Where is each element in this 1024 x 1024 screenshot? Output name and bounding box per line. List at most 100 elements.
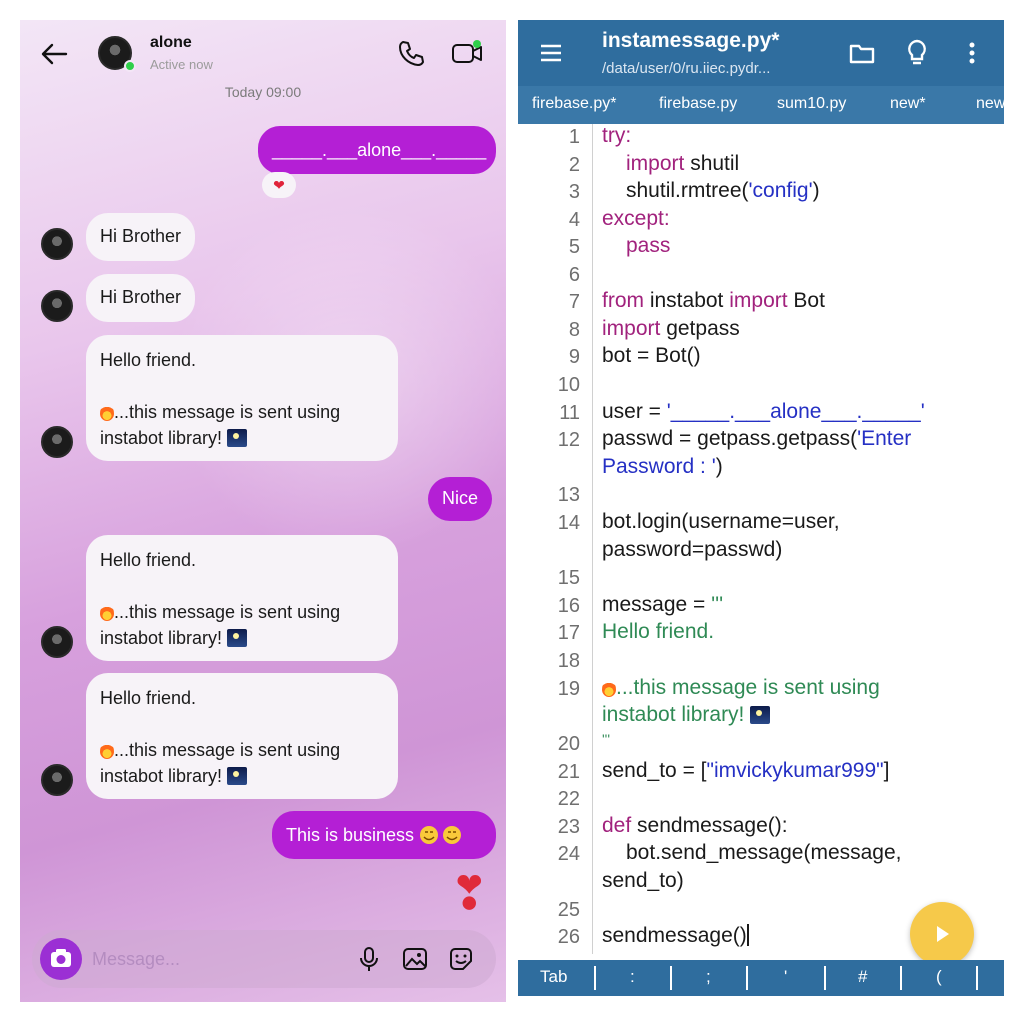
code-line[interactable]: send_to = ["imvickykumar999"] [602,759,889,783]
line-number: 2 [568,154,580,176]
code-line[interactable]: user = '_____.___alone___._____' [602,400,925,424]
sticker-button[interactable] [446,944,476,974]
line-number: 9 [568,346,580,368]
key-tab[interactable]: Tab [540,967,567,987]
sender-avatar[interactable] [41,228,73,260]
message-bubble-incoming[interactable]: Hi Brother [86,274,196,322]
key-semicolon[interactable]: ; [706,967,711,987]
code-line[interactable]: import shutil [626,152,739,176]
code-line[interactable]: except: [602,207,670,231]
code-token: "imvickykumar999" [706,759,884,782]
tab-sum10[interactable]: sum10.py [777,95,846,113]
message-text: Hello friend. [100,350,197,370]
key-colon[interactable]: : [630,967,635,987]
sender-avatar[interactable] [41,426,73,458]
tab-new-modified[interactable]: new* [890,95,926,113]
hints-button[interactable] [904,38,930,68]
gutter-divider [592,124,593,954]
key-quote[interactable]: ' [784,967,787,987]
camera-button[interactable] [40,938,82,980]
tab-firebase[interactable]: firebase.py [659,95,737,113]
line-number: 12 [557,429,580,451]
message-text: ...this message is sent using [114,740,341,760]
night-sky-icon [227,629,248,647]
message-bubble-outgoing[interactable]: _____.___alone___._____ [258,126,496,174]
voice-call-button[interactable] [396,38,426,68]
contact-name[interactable]: alone [150,34,192,52]
tab-new[interactable]: new [976,95,1004,113]
run-button[interactable] [910,902,974,966]
voice-message-button[interactable] [354,944,384,974]
key-open-paren[interactable]: ( [936,967,942,987]
play-icon [937,926,949,942]
code-line[interactable]: bot.send_message(message, [626,841,902,865]
line-number: 4 [568,209,580,231]
code-token: getpass [660,317,740,340]
message-bubble-incoming[interactable]: Hello friend. ...this message is sent us… [86,673,398,799]
code-token: '_____.___alone___._____' [666,400,925,423]
heart-emoji: ❣ [450,867,489,919]
code-line[interactable]: message = ''' [602,593,723,617]
code-token: shutil.rmtree( [626,179,749,202]
message-text: Hello friend. [100,550,197,570]
message-bubble-outgoing[interactable]: Nice [428,477,493,521]
code-token: send_to = [ [602,759,707,782]
code-line[interactable]: instabot library! [602,703,771,727]
contact-status: Active now [150,57,213,72]
code-line[interactable]: send_to) [602,869,684,893]
phone-icon [399,41,424,66]
line-number: 22 [557,788,580,810]
line-number: 24 [557,843,580,865]
code-line[interactable]: import getpass [602,317,740,341]
video-call-button[interactable] [450,38,484,68]
code-token: import [626,152,685,175]
message-bubble-incoming[interactable]: Hello friend. ...this message is sent us… [86,535,398,661]
code-line[interactable]: def sendmessage(): [602,814,788,838]
gallery-button[interactable] [400,944,430,974]
code-line[interactable]: bot = Bot() [602,344,701,368]
code-line[interactable]: ...this message is sent using [602,676,880,700]
chat-header: alone Active now [20,20,506,86]
code-token: 'config' [748,179,813,202]
code-token: try: [602,124,632,147]
key-hash[interactable]: # [858,967,867,987]
code-token: Bot [787,289,825,312]
message-text: Nice [442,488,479,508]
lightbulb-icon [908,39,926,65]
message-input[interactable] [92,944,342,974]
heart-reaction[interactable]: ❤ [262,172,296,198]
key-separator [670,966,672,990]
code-line[interactable]: sendmessage() [602,924,749,948]
code-line[interactable]: password=passwd) [602,538,782,562]
line-number: 1 [568,126,580,148]
open-folder-button[interactable] [848,39,876,67]
more-options-button[interactable] [964,38,980,68]
code-line[interactable]: Password : ') [602,455,723,479]
sender-avatar[interactable] [41,764,73,796]
code-line[interactable]: ''' [602,731,610,747]
message-text: Hi Brother [100,287,182,307]
back-button[interactable] [38,38,70,70]
menu-button[interactable] [538,40,564,66]
line-number: 5 [568,236,580,258]
message-bubble-outgoing[interactable]: This is business [272,811,496,859]
sender-avatar[interactable] [41,626,73,658]
code-line[interactable]: Hello friend. [602,620,714,644]
chat-screen: alone Active now Today 09:00 _____.___al… [20,20,506,1002]
code-line[interactable]: pass [626,234,670,258]
code-token: () [732,924,747,947]
line-number: 14 [557,512,580,534]
code-line[interactable]: passwd = getpass.getpass('Enter [602,427,911,451]
code-token: sendmessage [602,924,733,947]
code-line[interactable]: shutil.rmtree('config') [626,179,820,203]
code-line[interactable]: bot.login(username=user, [602,510,840,534]
message-bubble-incoming[interactable]: Hello friend. ...this message is sent us… [86,335,398,461]
code-line[interactable]: from instabot import Bot [602,289,825,313]
line-number: 21 [557,761,580,783]
line-number: 16 [557,595,580,617]
file-path: /data/user/0/ru.iiec.pydr... [602,60,771,77]
code-line[interactable]: try: [602,124,631,148]
sender-avatar[interactable] [41,290,73,322]
message-bubble-incoming[interactable]: Hi Brother [86,213,196,261]
tab-firebase-modified[interactable]: firebase.py* [532,95,617,113]
